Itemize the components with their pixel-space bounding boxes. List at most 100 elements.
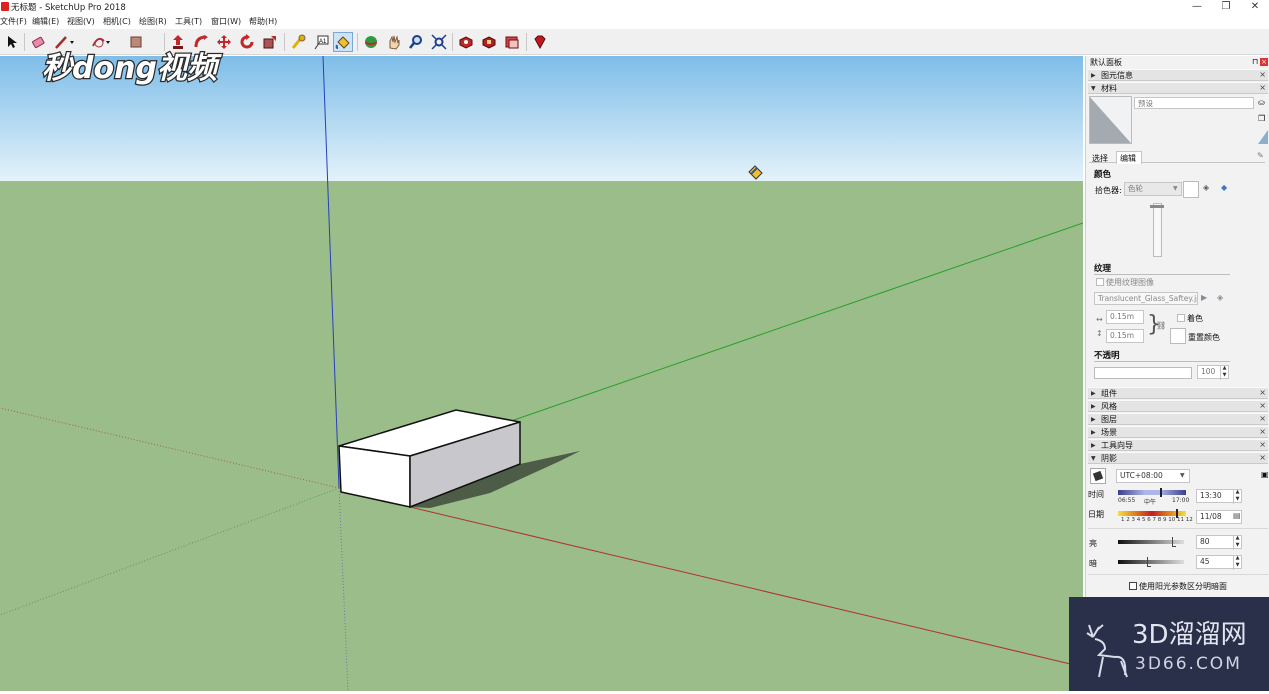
tab-edit[interactable]: 编辑 [1120, 153, 1136, 164]
close-icon[interactable]: × [1259, 400, 1266, 411]
reset-color-swatch[interactable] [1170, 328, 1186, 344]
texture-file-field[interactable]: Translucent_Glass_Saftey.jpg [1094, 292, 1198, 305]
color-value-slider[interactable] [1153, 203, 1162, 257]
use-texture-checkbox[interactable] [1096, 278, 1104, 286]
light-slider-handle[interactable] [1172, 537, 1176, 547]
close-icon[interactable]: × [1259, 413, 1266, 424]
section-scenes[interactable]: ▶ 场景 × [1088, 426, 1268, 438]
time-label: 时间 [1088, 490, 1104, 499]
light-spinner[interactable]: ▲ ▼ [1233, 535, 1241, 550]
create-material-icon[interactable]: ❒ [1258, 114, 1265, 123]
opacity-heading: 不透明 [1094, 351, 1120, 361]
pin-icon[interactable]: ⊓ [1252, 57, 1258, 66]
menu-edit[interactable]: 编辑(E) [32, 16, 59, 27]
colorize-checkbox[interactable] [1177, 314, 1185, 322]
paint-bucket-icon[interactable] [333, 32, 353, 52]
section-components[interactable]: ▶ 组件 × [1088, 387, 1268, 399]
dark-slider-track[interactable] [1118, 560, 1184, 564]
ruby-icon[interactable] [530, 32, 550, 52]
close-icon[interactable]: × [1259, 69, 1266, 80]
time-end: 17:00 [1172, 497, 1190, 504]
close-icon[interactable]: × [1259, 82, 1266, 93]
panel-close-icon[interactable]: × [1260, 58, 1268, 66]
panel-title: 默认面板 [1090, 58, 1122, 67]
match-color-screen-icon[interactable]: ◆ [1221, 183, 1227, 192]
time-spinner[interactable]: ▲ ▼ [1233, 489, 1241, 504]
pan-icon[interactable] [384, 32, 404, 52]
toolbar-separator [357, 33, 358, 51]
calendar-icon[interactable]: ▤ [1233, 511, 1241, 520]
tape-measure-icon[interactable] [288, 32, 308, 52]
menu-view[interactable]: 视图(V) [67, 16, 95, 27]
menu-tools[interactable]: 工具(T) [175, 16, 202, 27]
3d-viewport[interactable] [0, 56, 1083, 691]
color-swatch[interactable] [1183, 181, 1199, 198]
maximize-button[interactable]: ❐ [1211, 0, 1241, 14]
section-entity-info[interactable]: ▶ 图元信息 × [1088, 69, 1268, 81]
folder-icon[interactable]: ▶ [1201, 293, 1207, 302]
zoom-icon[interactable] [406, 32, 426, 52]
window-title: 无标题 - SketchUp Pro 2018 [11, 3, 126, 13]
paint-bucket-icon[interactable]: ⛀ [1258, 98, 1265, 107]
section-label: 材料 [1101, 84, 1117, 93]
close-button[interactable]: ✕ [1240, 0, 1269, 14]
texture-width-input[interactable]: 0.15m [1106, 310, 1144, 324]
show-details-icon[interactable]: ▣ [1261, 470, 1269, 479]
3d-warehouse-icon[interactable] [456, 32, 476, 52]
opacity-slider[interactable] [1094, 367, 1192, 379]
close-icon[interactable]: × [1259, 452, 1266, 463]
time-slider-handle[interactable] [1160, 488, 1162, 497]
match-color-model-icon[interactable]: ◈ [1203, 183, 1209, 192]
material-name-input[interactable]: 预设 [1134, 97, 1254, 109]
watermark-logo: 秒dong视频 [40, 44, 236, 90]
color-heading: 颜色 [1094, 170, 1112, 180]
menu-file[interactable]: 文件(F) [0, 16, 27, 27]
opacity-spinner[interactable]: ▲ ▼ [1220, 365, 1228, 380]
text-icon[interactable]: A1 [311, 32, 331, 52]
svg-text:A1: A1 [319, 39, 327, 45]
collapsed-arrow-icon: ▶ [1091, 442, 1096, 449]
use-texture-label: 使用纹理图像 [1106, 278, 1154, 287]
section-layers[interactable]: ▶ 图层 × [1088, 413, 1268, 425]
menu-draw[interactable]: 绘图(R) [139, 16, 167, 27]
menu-camera[interactable]: 相机(C) [103, 16, 131, 27]
width-arrows-icon: ↔ [1096, 315, 1103, 324]
toggle-shadows-icon[interactable] [1090, 468, 1106, 484]
minimize-button[interactable]: — [1182, 0, 1212, 14]
section-shadows[interactable]: ▼ 阴影 × [1088, 452, 1268, 464]
eyedropper-icon[interactable]: ✎ [1257, 151, 1264, 160]
link-icon[interactable]: ⛓ [1156, 321, 1166, 330]
section-materials[interactable]: ▼ 材料 × [1088, 82, 1268, 94]
dark-slider-handle[interactable] [1147, 557, 1151, 567]
date-label: 日期 [1088, 510, 1104, 519]
slider-handle[interactable] [1150, 205, 1164, 208]
material-preview-swatch [1089, 96, 1132, 144]
orbit-icon[interactable] [361, 32, 381, 52]
tab-select[interactable]: 选择 [1092, 153, 1108, 164]
texture-height-input[interactable]: 0.15m [1106, 329, 1144, 343]
close-icon[interactable]: × [1259, 426, 1266, 437]
sample-paint-icon[interactable] [1258, 130, 1268, 144]
menu-window[interactable]: 窗口(W) [211, 16, 241, 27]
dark-spinner[interactable]: ▲ ▼ [1233, 555, 1241, 570]
months-scale: 1 2 3 4 5 6 7 8 9 10 11 12 [1121, 517, 1193, 523]
section-instructor[interactable]: ▶ 工具向导 × [1088, 439, 1268, 451]
time-slider-track[interactable] [1118, 490, 1186, 495]
use-sun-checkbox[interactable] [1129, 582, 1137, 590]
edit-texture-icon[interactable]: ◈ [1217, 293, 1223, 302]
menu-help[interactable]: 帮助(H) [249, 16, 277, 27]
toolbar-separator [526, 33, 527, 51]
deer-logo-icon [1086, 624, 1128, 678]
extension-warehouse-icon[interactable] [479, 32, 499, 52]
rotate-icon[interactable] [237, 32, 257, 52]
scale-icon[interactable] [260, 32, 280, 52]
section-label: 图元信息 [1101, 71, 1133, 80]
divider [1088, 528, 1268, 529]
timezone-select[interactable]: UTC+08:00 [1116, 469, 1190, 483]
close-icon[interactable]: × [1259, 387, 1266, 398]
select-icon[interactable] [2, 32, 22, 52]
layout-icon[interactable] [502, 32, 522, 52]
close-icon[interactable]: × [1259, 439, 1266, 450]
section-styles[interactable]: ▶ 风格 × [1088, 400, 1268, 412]
zoom-extents-icon[interactable] [429, 32, 449, 52]
